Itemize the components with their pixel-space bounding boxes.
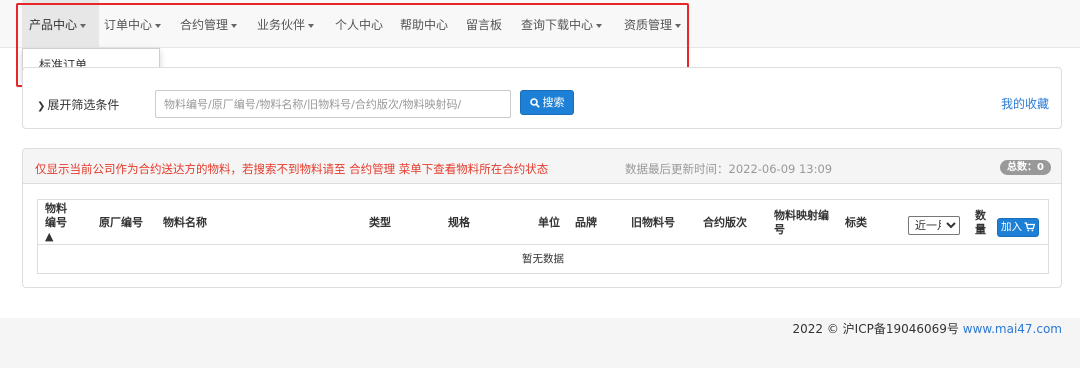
chevron-down-icon: ❯ xyxy=(37,101,46,112)
top-navbar: 产品中心 订单中心 合约管理 业务伙伴 个人中心 帮助中心 留言板 查询下载中心… xyxy=(0,0,1080,48)
column-header-quantity: 数量 xyxy=(975,208,986,236)
nav-item-contract-management[interactable]: 合约管理 xyxy=(180,0,238,48)
column-header-category: 标类 xyxy=(845,215,867,229)
nav-label: 订单中心 xyxy=(104,18,153,32)
footer: 2022 © 沪ICP备19046069号 www.mai47.com xyxy=(0,318,1080,368)
materials-table: 物料编号▲ 原厂编号 物料名称 类型 规格 单位 品牌 旧物料号 合约版次 物料… xyxy=(37,199,1049,274)
caret-down-icon xyxy=(596,23,603,28)
icp-record-text: 2022 © 沪ICP备19046069号 xyxy=(792,322,959,336)
column-header-spec: 规格 xyxy=(448,215,470,229)
search-icon xyxy=(529,98,540,108)
footer-site-link[interactable]: www.mai47.com xyxy=(963,322,1062,336)
nav-label: 帮助中心 xyxy=(400,18,449,32)
nav-label: 留言板 xyxy=(466,18,503,32)
column-header-factory-no: 原厂编号 xyxy=(99,215,143,229)
nav-item-business-partner[interactable]: 业务伙伴 xyxy=(257,0,315,48)
nav-label: 资质管理 xyxy=(624,18,673,32)
contract-notice: 仅显示当前公司作为合约送达方的物料，若搜索不到物料请至 合约管理 菜单下查看物料… xyxy=(35,162,549,176)
shopping-cart-icon xyxy=(1024,222,1036,232)
nav-label: 产品中心 xyxy=(29,18,78,32)
empty-data-row: 暂无数据 xyxy=(522,253,564,265)
filter-toggle-label: 展开筛选条件 xyxy=(47,98,120,112)
my-favorites-link[interactable]: 我的收藏 xyxy=(1001,95,1049,112)
column-header-material-no[interactable]: 物料编号▲ xyxy=(45,200,75,245)
nav-item-message-board[interactable]: 留言板 xyxy=(466,0,502,48)
column-header-material-name: 物料名称 xyxy=(163,215,207,229)
nav-label: 合约管理 xyxy=(180,18,229,32)
nav-item-personal-center[interactable]: 个人中心 xyxy=(335,0,383,48)
total-count-badge: 总数：0 xyxy=(1000,160,1051,175)
last-updated-time: 数据最后更新时间：2022-06-09 13:09 xyxy=(625,162,833,176)
column-header-type: 类型 xyxy=(369,215,391,229)
caret-down-icon xyxy=(308,23,315,28)
add-to-cart-button[interactable]: 加入 xyxy=(997,218,1039,237)
period-select[interactable]: 近一月 xyxy=(908,216,960,235)
caret-down-icon xyxy=(155,23,162,28)
nav-label: 个人中心 xyxy=(335,18,384,32)
caret-down-icon xyxy=(675,23,682,28)
search-button[interactable]: 搜索 xyxy=(520,90,574,115)
footer-copyright: 2022 © 沪ICP备19046069号 www.mai47.com xyxy=(793,320,1062,337)
table-header-row: 物料编号▲ 原厂编号 物料名称 类型 规格 单位 品牌 旧物料号 合约版次 物料… xyxy=(38,200,1048,245)
nav-item-product-center[interactable]: 产品中心 xyxy=(22,0,99,48)
nav-item-query-download-center[interactable]: 查询下载中心 xyxy=(521,0,603,48)
expand-filter-toggle[interactable]: ❯ 展开筛选条件 xyxy=(37,96,119,113)
filter-panel: ❯展开筛选条件 搜索 我的收藏 xyxy=(22,67,1062,129)
search-input[interactable] xyxy=(155,90,511,118)
column-header-contract-version: 合约版次 xyxy=(703,215,747,229)
nav-label: 业务伙伴 xyxy=(257,18,306,32)
column-header-mapping-code: 物料映射编号 xyxy=(774,208,829,236)
column-header-unit: 单位 xyxy=(538,215,560,229)
column-header-old-no: 旧物料号 xyxy=(631,215,675,229)
add-to-cart-label: 加入 xyxy=(1001,221,1022,233)
nav-item-help-center[interactable]: 帮助中心 xyxy=(400,0,448,48)
nav-label: 查询下载中心 xyxy=(521,18,594,32)
nav-item-order-center[interactable]: 订单中心 xyxy=(104,0,162,48)
nav-item-qualification-management[interactable]: 资质管理 xyxy=(624,0,682,48)
column-header-brand: 品牌 xyxy=(575,215,597,229)
results-header: 仅显示当前公司作为合约送达方的物料，若搜索不到物料请至 合约管理 菜单下查看物料… xyxy=(23,149,1061,184)
search-button-label: 搜索 xyxy=(542,96,565,109)
results-panel: 仅显示当前公司作为合约送达方的物料，若搜索不到物料请至 合约管理 菜单下查看物料… xyxy=(22,148,1062,288)
caret-down-icon xyxy=(80,23,87,28)
caret-down-icon xyxy=(231,23,238,28)
